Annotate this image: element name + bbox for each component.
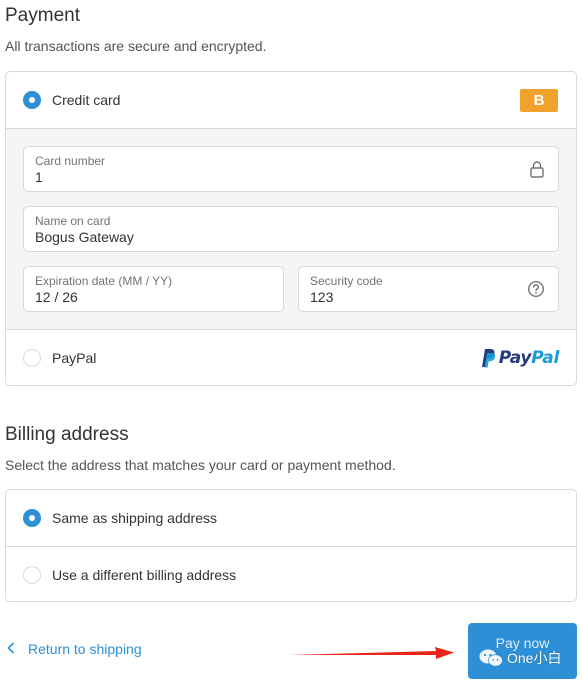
radio-button-unchecked[interactable]	[23, 565, 41, 584]
paypal-logo-pal: Pal	[531, 348, 559, 368]
billing-options-box: Same as shipping address Use a different…	[5, 489, 577, 602]
radio-button-checked[interactable]	[23, 509, 41, 527]
annotation-arrow-icon	[288, 647, 454, 659]
card-number-label: Card number	[35, 154, 106, 168]
billing-option-different-address[interactable]: Use a different billing address	[6, 546, 576, 601]
billing-title: Billing address	[5, 424, 129, 445]
paypal-label: PayPal	[52, 349, 97, 366]
credit-card-form: Card number 1 Name on card Bogus Gateway…	[6, 128, 576, 329]
payment-subtitle: All transactions are secure and encrypte…	[5, 38, 267, 54]
paypal-logo-pay: Pay	[498, 348, 532, 368]
bogus-gateway-badge: B	[520, 89, 558, 112]
credit-card-label: Credit card	[52, 92, 121, 108]
payment-method-credit-card[interactable]: Credit card B	[6, 72, 576, 128]
expiration-date-field[interactable]: Expiration date (MM / YY) 12 / 26	[23, 266, 284, 312]
return-to-shipping-link[interactable]: Return to shipping	[7, 641, 142, 657]
security-code-value: 123	[310, 289, 334, 305]
radio-button-checked[interactable]	[23, 91, 41, 109]
expiration-date-label: Expiration date (MM / YY)	[35, 274, 173, 288]
billing-subtitle: Select the address that matches your car…	[5, 457, 396, 473]
expiration-date-value: 12 / 26	[35, 289, 78, 305]
security-code-field[interactable]: Security code 123	[298, 266, 559, 312]
watermark-text: One小白	[507, 650, 562, 666]
security-code-label: Security code	[310, 274, 383, 288]
name-on-card-value: Bogus Gateway	[35, 229, 134, 245]
lock-icon	[529, 160, 545, 183]
card-number-value: 1	[35, 169, 43, 185]
name-on-card-label: Name on card	[35, 214, 111, 228]
card-number-field[interactable]: Card number 1	[23, 146, 559, 192]
same-as-shipping-label: Same as shipping address	[52, 510, 217, 526]
return-to-shipping-label: Return to shipping	[28, 641, 142, 657]
payment-method-paypal[interactable]: PayPal PayPal	[6, 329, 576, 385]
name-on-card-field[interactable]: Name on card Bogus Gateway	[23, 206, 559, 252]
chevron-left-icon	[7, 641, 15, 657]
wechat-icon	[479, 649, 503, 667]
help-circle-icon[interactable]	[527, 280, 545, 303]
payment-title: Payment	[5, 5, 80, 26]
payment-methods-box: Credit card B Card number 1 Name on card…	[5, 71, 577, 386]
paypal-p-icon	[481, 349, 495, 368]
radio-button-unchecked[interactable]	[23, 348, 41, 367]
billing-option-same-as-shipping[interactable]: Same as shipping address	[6, 490, 576, 546]
different-address-label: Use a different billing address	[52, 566, 237, 583]
paypal-logo: PayPal	[479, 348, 559, 368]
watermark: One小白	[478, 648, 561, 668]
